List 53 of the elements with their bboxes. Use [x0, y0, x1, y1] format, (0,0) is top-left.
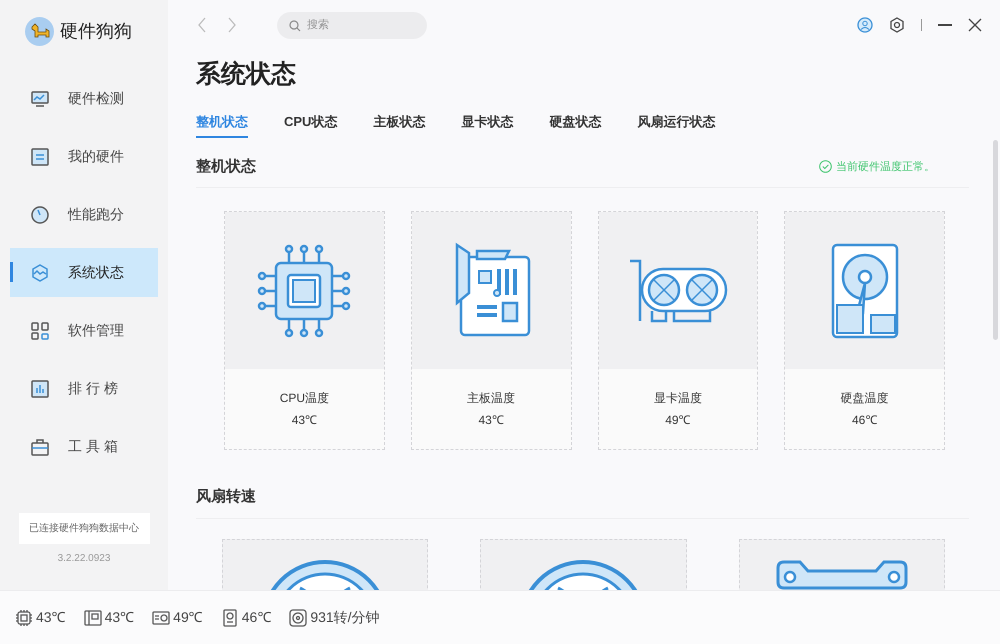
sidebar-item[interactable]: 性能跑分: [10, 190, 158, 239]
card-label: 显卡温度: [654, 390, 702, 407]
sidebar-item[interactable]: 工 具 箱: [10, 422, 158, 471]
tab[interactable]: 风扇运行状态: [637, 112, 716, 138]
dog-logo: [25, 16, 54, 46]
card-label: 硬盘温度: [840, 390, 889, 407]
search-field[interactable]: 搜索: [277, 12, 427, 38]
card-label: CPU温度: [280, 390, 330, 407]
card-value: 46℃: [852, 412, 878, 429]
scrollbar[interactable]: [993, 140, 998, 340]
sidebar-item[interactable]: 硬件检测: [10, 74, 158, 123]
tab[interactable]: CPU状态: [284, 112, 338, 138]
status-reading: 49℃: [173, 608, 203, 627]
sidebar-item[interactable]: 排 行 榜: [10, 364, 158, 413]
card-value: 43℃: [292, 412, 318, 429]
tab[interactable]: 硬盘状态: [549, 112, 602, 138]
status-reading: 43℃: [36, 608, 66, 627]
version-label: 3.2.22.0923: [58, 552, 110, 566]
status-reading: 931转/分钟: [310, 608, 380, 627]
search-icon: [289, 20, 301, 32]
sidebar-item[interactable]: 软件管理: [10, 306, 158, 355]
board-icon: [30, 146, 50, 166]
section-title: 整机状态: [196, 156, 256, 176]
sidebar-item[interactable]: 我的硬件: [10, 132, 158, 181]
status-reading: 46℃: [242, 608, 272, 627]
toolbox-icon: [30, 436, 50, 456]
account-button[interactable]: [857, 17, 873, 33]
grid-icon: [30, 320, 50, 340]
check-circle-icon: [819, 160, 832, 174]
close-button[interactable]: [968, 18, 982, 32]
monitor-icon: [30, 88, 50, 108]
card-value: 43℃: [478, 412, 504, 429]
tab[interactable]: 显卡状态: [461, 112, 514, 138]
page-title: 系统状态: [196, 59, 297, 90]
bar-chart-icon: [30, 378, 50, 398]
settings-button[interactable]: [889, 17, 905, 33]
fan-icon: [289, 608, 308, 626]
tab[interactable]: 主板状态: [373, 112, 426, 138]
app-name: 硬件狗狗: [60, 20, 132, 42]
status-reading: 43℃: [104, 608, 134, 627]
connection-status: 已连接硬件狗狗数据中心: [18, 513, 150, 544]
gauge-icon: [30, 204, 50, 224]
board-icon: [84, 608, 102, 626]
chip-icon: [15, 608, 33, 626]
card-label: 主板温度: [467, 390, 516, 407]
graphics-card-icon: [152, 608, 170, 626]
minimize-button[interactable]: [938, 24, 952, 26]
section-title: 风扇转速: [196, 487, 257, 507]
hexagon-wave-icon: [30, 262, 50, 282]
status-message: 当前硬件温度正常。: [836, 160, 935, 174]
sidebar-item[interactable]: 系统状态: [10, 248, 158, 297]
tab[interactable]: 整机状态: [196, 112, 248, 138]
card-value: 49℃: [665, 412, 691, 429]
